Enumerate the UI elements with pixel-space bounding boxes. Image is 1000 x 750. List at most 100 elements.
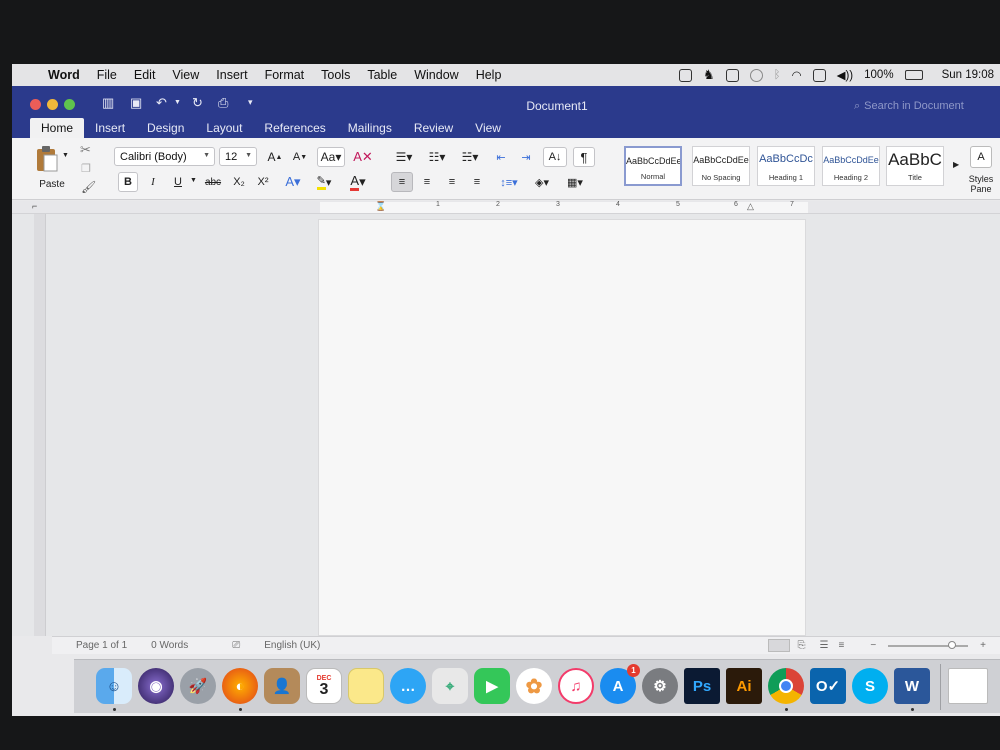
tab-selector-icon[interactable]: ⌐ [32, 201, 37, 211]
tab-mailings[interactable]: Mailings [337, 118, 403, 138]
multilevel-list-button[interactable]: ☵▾ [455, 147, 485, 167]
line-spacing-button[interactable]: ↕≡▾ [494, 172, 524, 192]
paste-button[interactable] [34, 144, 60, 174]
decrease-indent-button[interactable]: ⇤ [490, 147, 512, 167]
checkbox-status-icon[interactable] [679, 68, 693, 82]
underline-dropdown-icon[interactable]: ▼ [190, 177, 197, 184]
font-color-button[interactable]: A ▾ [344, 172, 372, 192]
s-status-icon[interactable] [725, 68, 739, 82]
change-case-button[interactable]: Aa▾ [317, 147, 345, 167]
zoom-out-icon[interactable]: − [870, 640, 876, 651]
justify-button[interactable]: ≡ [466, 172, 488, 192]
page-count[interactable]: Page 1 of 1 [76, 640, 127, 651]
illustrator-icon[interactable]: Ai [726, 668, 762, 704]
shrink-font-button[interactable]: A ▼ [289, 147, 311, 167]
menu-window[interactable]: Window [414, 68, 458, 82]
tab-home[interactable]: Home [30, 118, 85, 138]
style-no-spacing[interactable]: AaBbCcDdEe No Spacing [692, 146, 750, 186]
tab-references[interactable]: References [253, 118, 336, 138]
tab-insert[interactable]: Insert [84, 118, 136, 138]
right-indent-icon[interactable]: △ [747, 201, 754, 212]
time-machine-icon[interactable] [749, 68, 763, 82]
calendar-icon[interactable]: DEC 3 [306, 668, 342, 704]
tab-review[interactable]: Review [403, 118, 464, 138]
cut-icon[interactable]: ✂ [80, 142, 91, 158]
facetime-icon[interactable]: ▶ [474, 668, 510, 704]
zoom-in-icon[interactable]: + [980, 640, 986, 651]
itunes-icon[interactable]: ♫ [558, 668, 594, 704]
show-formatting-button[interactable]: ¶ [573, 147, 595, 167]
style-title[interactable]: AaBbC Title [886, 146, 944, 186]
maps-icon[interactable]: ⌖ [432, 668, 468, 704]
outlook-icon[interactable]: O✓ [810, 668, 846, 704]
draft-view-icon[interactable]: ≡ [838, 640, 844, 651]
align-right-button[interactable]: ≡ [441, 172, 463, 192]
menu-insert[interactable]: Insert [216, 68, 247, 82]
numbering-button[interactable]: ☷▾ [422, 147, 452, 167]
web-layout-view-icon[interactable]: ⎘ [798, 640, 806, 651]
style-heading-2[interactable]: AaBbCcDdEe Heading 2 [822, 146, 880, 186]
vertical-ruler[interactable] [34, 214, 46, 636]
menu-help[interactable]: Help [476, 68, 502, 82]
horizontal-ruler[interactable]: ⌐ ⌛ 1 2 3 4 5 6 △ 7 [12, 201, 1000, 214]
superscript-button[interactable]: X² [252, 172, 274, 192]
align-center-button[interactable]: ≡ [416, 172, 438, 192]
launchpad-icon[interactable]: 🚀 [180, 668, 216, 704]
clock[interactable]: Sun 19:08 [942, 69, 994, 81]
firefox-icon[interactable]: ◐ [222, 668, 258, 704]
styles-gallery-arrow-icon[interactable]: ▶ [953, 160, 959, 169]
menu-format[interactable]: Format [265, 68, 305, 82]
airplay-icon[interactable] [812, 68, 826, 82]
format-painter-icon[interactable]: 🖌 [81, 180, 96, 194]
volume-icon[interactable]: ◀)) [837, 68, 854, 82]
tab-view[interactable]: View [464, 118, 512, 138]
wifi-icon[interactable]: ◠ [792, 68, 802, 82]
underline-button[interactable]: U [168, 172, 188, 192]
finder-icon[interactable]: ☺ [96, 668, 132, 704]
photos-icon[interactable]: ✿ [516, 668, 552, 704]
zoom-slider-thumb[interactable] [948, 640, 957, 649]
font-size-field[interactable]: 12 ▼ [219, 147, 257, 166]
paste-dropdown-icon[interactable]: ▼ [62, 152, 69, 159]
clear-formatting-button[interactable]: A✕ [352, 147, 374, 167]
sort-button[interactable]: A↓ [543, 147, 567, 167]
menu-table[interactable]: Table [367, 68, 397, 82]
menu-file[interactable]: File [97, 68, 117, 82]
italic-button[interactable]: I [143, 172, 163, 192]
strikethrough-button[interactable]: abc [200, 172, 226, 192]
zoom-slider[interactable] [888, 640, 969, 649]
app-store-icon[interactable]: A 1 [600, 664, 640, 704]
subscript-button[interactable]: X₂ [228, 172, 250, 192]
style-normal[interactable]: AaBbCcDdEe Normal [624, 146, 682, 186]
increase-indent-button[interactable]: ⇥ [515, 147, 537, 167]
messages-icon[interactable]: … [390, 668, 426, 704]
system-preferences-icon[interactable]: ⚙ [642, 668, 678, 704]
notes-icon[interactable] [348, 668, 384, 704]
grow-font-button[interactable]: A ▲ [264, 147, 286, 167]
document-page[interactable] [318, 219, 806, 636]
copy-icon[interactable]: ❐ [81, 162, 91, 175]
photoshop-icon[interactable]: Ps [684, 668, 720, 704]
tab-layout[interactable]: Layout [195, 118, 253, 138]
bold-button[interactable]: B [118, 172, 138, 192]
align-left-button[interactable]: ≡ [391, 172, 413, 192]
battery-icon[interactable] [904, 70, 923, 80]
contacts-icon[interactable]: 👤 [264, 668, 300, 704]
outline-view-icon[interactable]: ☰ [820, 640, 829, 651]
siri-icon[interactable]: ◉ [138, 668, 174, 704]
language[interactable]: English (UK) [264, 640, 320, 651]
recent-document-icon[interactable] [948, 668, 988, 704]
shading-button[interactable]: ◈▾ [528, 172, 556, 192]
tab-design[interactable]: Design [136, 118, 195, 138]
text-effects-button[interactable]: A▾ [280, 172, 306, 192]
borders-button[interactable]: ▦▾ [560, 172, 590, 192]
skype-icon[interactable]: S [852, 668, 888, 704]
menu-tools[interactable]: Tools [321, 68, 350, 82]
menu-view[interactable]: View [172, 68, 199, 82]
first-line-indent-icon[interactable]: ⌛ [375, 201, 386, 212]
print-layout-view-icon[interactable] [767, 639, 790, 652]
bullets-button[interactable]: ☰▾ [389, 147, 419, 167]
bluetooth-icon[interactable]: ᛒ [774, 69, 781, 81]
styles-pane-icon[interactable]: A [970, 146, 992, 168]
evernote-status-icon[interactable]: ♞ [703, 67, 715, 83]
